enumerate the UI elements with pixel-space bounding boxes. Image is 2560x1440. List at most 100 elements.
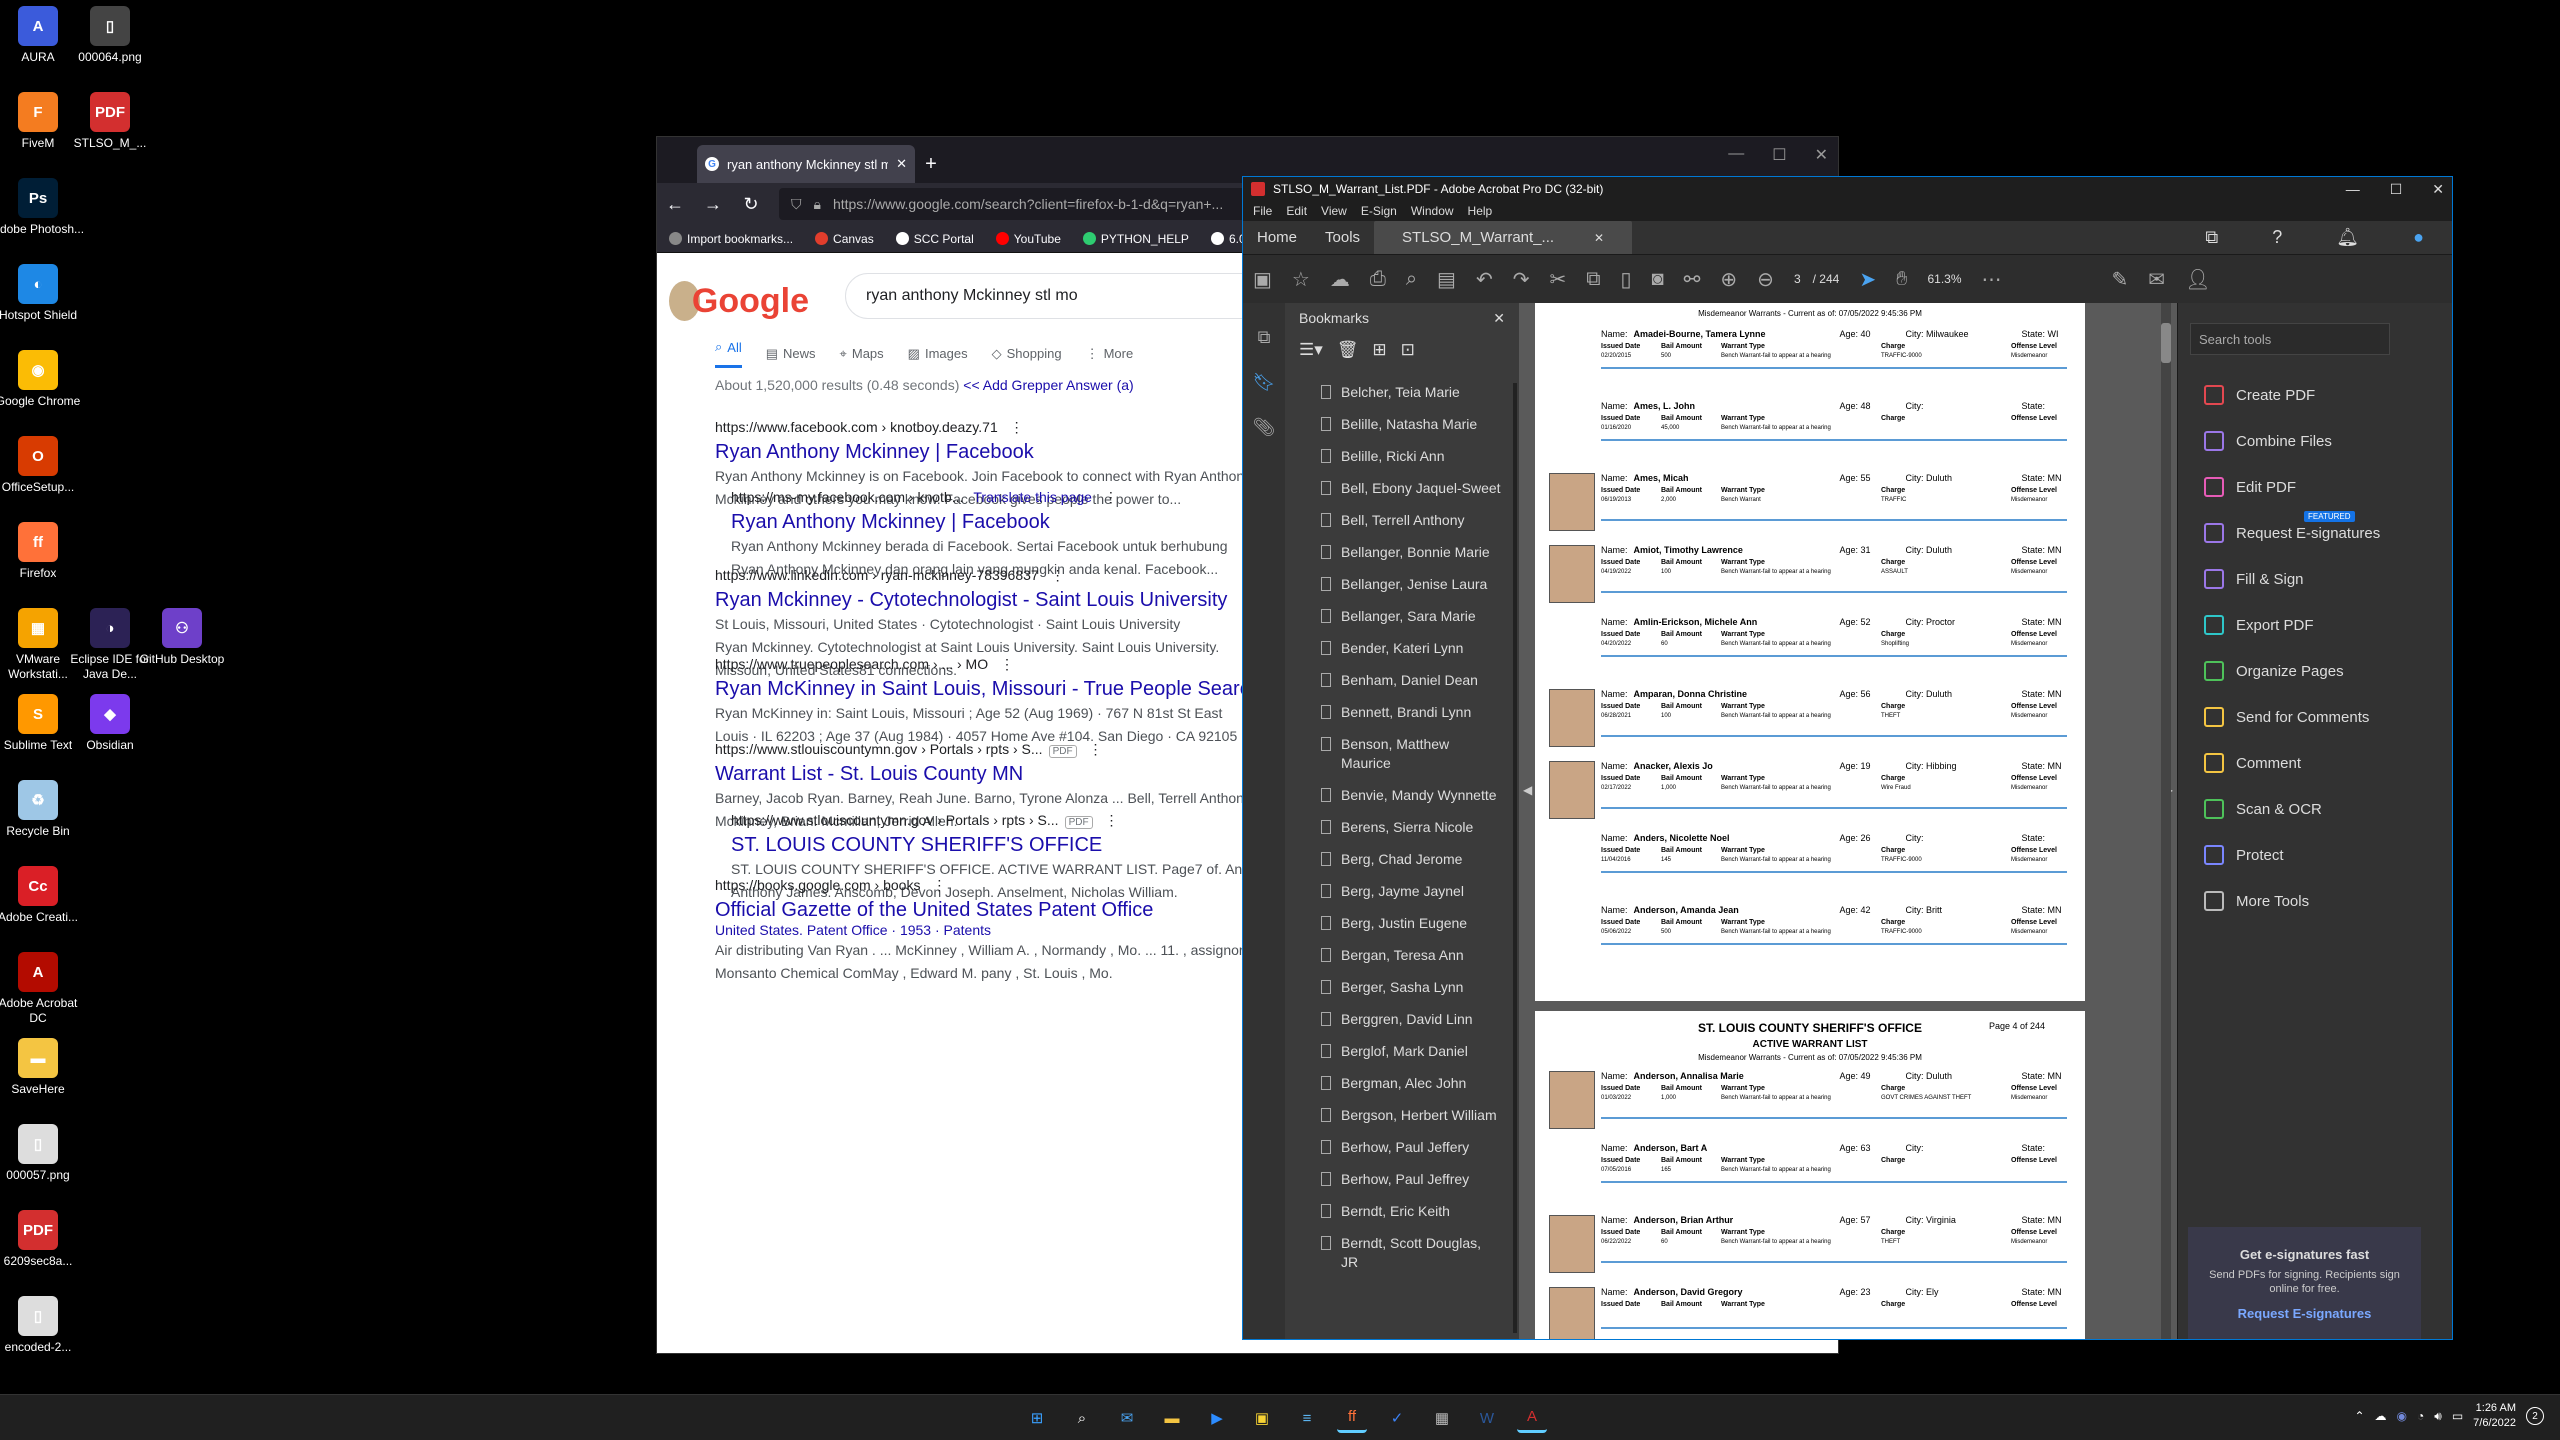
volume-icon[interactable]: 🔊︎ <box>2434 1409 2442 1424</box>
pdf-scrollbar[interactable] <box>2161 303 2171 1339</box>
desktop-icon[interactable]: ff Firefox <box>0 522 86 581</box>
tool-more-tools[interactable]: More Tools <box>2204 891 2309 911</box>
discord-icon[interactable]: ◉ <box>2397 1409 2407 1423</box>
browser-tab[interactable]: G ryan anthony Mckinney stl mo ✕ <box>697 145 915 183</box>
desktop-icon[interactable]: ▯ encoded-2... <box>0 1296 86 1355</box>
forward-icon[interactable]: → <box>703 194 723 215</box>
delete-icon[interactable]: 🗑︎ <box>1337 340 1359 360</box>
more-options-icon[interactable]: ⋮ <box>1047 567 1065 583</box>
more-options-icon[interactable]: ⋮ <box>1100 489 1118 505</box>
result-title-link[interactable]: Ryan Mckinney - Cytotechnologist - Saint… <box>715 589 1265 612</box>
zoom-search-icon[interactable]: ⌕ <box>1406 268 1417 291</box>
bookmark-entry[interactable]: Berglof, Mark Daniel <box>1285 1042 1511 1061</box>
desktop-icon[interactable]: O OfficeSetup... <box>0 436 86 495</box>
result-title-link[interactable]: Official Gazette of the United States Pa… <box>715 899 1265 922</box>
email-icon[interactable]: ✉ <box>2148 267 2165 292</box>
bookmark-entry[interactable]: Benson, Matthew Maurice <box>1285 735 1511 773</box>
pages-icon[interactable]: ⧉ <box>1258 327 1271 348</box>
add-bookmark-icon[interactable]: ⊞ <box>1372 340 1386 360</box>
menu-file[interactable]: File <box>1253 204 1272 218</box>
desktop-icon[interactable]: ♻ Recycle Bin <box>0 780 86 839</box>
maximize-icon[interactable]: ☐ <box>1772 145 1786 165</box>
bookmark-item[interactable]: Canvas <box>815 232 874 246</box>
bookmark-entry[interactable]: Bellanger, Jenise Laura <box>1285 575 1511 594</box>
result-title-link[interactable]: Ryan McKinney in Saint Louis, Missouri -… <box>715 678 1265 701</box>
word-icon[interactable]: W <box>1472 1403 1502 1433</box>
result-url[interactable]: https://www.truepeoplesearch.com › ... ›… <box>715 656 1265 673</box>
star-icon[interactable]: ☆ <box>1292 267 1310 292</box>
bookmark-entry[interactable]: Belcher, Teia Marie <box>1285 383 1511 402</box>
notepad-icon[interactable]: ≡ <box>1292 1403 1322 1433</box>
tool-protect[interactable]: Protect <box>2204 845 2284 865</box>
account-icon[interactable]: ● <box>2399 227 2438 248</box>
bookmark-entry[interactable]: Berhow, Paul Jeffery <box>1285 1138 1511 1157</box>
search-tools-input[interactable]: Search tools <box>2190 323 2390 355</box>
bookmark-item[interactable]: Import bookmarks... <box>669 232 793 246</box>
bookmark-entry[interactable]: Bennett, Brandi Lynn <box>1285 703 1511 722</box>
sticky-notes-icon[interactable]: ▣ <box>1247 1403 1277 1433</box>
tab-document[interactable]: STLSO_M_Warrant_... ✕ <box>1374 221 1633 254</box>
reload-icon[interactable]: ↻ <box>741 194 761 215</box>
result-title-link[interactable]: Ryan Anthony Mckinney | Facebook <box>731 511 1281 534</box>
bookmark-entry[interactable]: Belille, Ricki Ann <box>1285 447 1511 466</box>
more-options-icon[interactable]: ⋮ <box>928 877 946 893</box>
tab-home[interactable]: Home <box>1243 221 1311 254</box>
bookmark-entry[interactable]: Berggren, David Linn <box>1285 1010 1511 1029</box>
bookmark-entry[interactable]: Berhow, Paul Jeffrey <box>1285 1170 1511 1189</box>
more-options-icon[interactable]: ⋮ <box>1085 741 1102 757</box>
bookmark-entry[interactable]: Berg, Chad Jerome <box>1285 850 1511 869</box>
close-icon[interactable]: ✕ <box>2432 181 2444 198</box>
tab-shopping[interactable]: ◇ Shopping <box>992 339 1062 368</box>
desktop-icon[interactable]: ⚇ GitHub Desktop <box>134 608 230 667</box>
save-icon[interactable]: ▣ <box>1253 267 1272 292</box>
desktop-icon[interactable]: ◐ Hotspot Shield <box>0 264 86 323</box>
translate-link[interactable]: Translate this page <box>973 489 1092 505</box>
bookmark-entry[interactable]: Berg, Jayme Jaynel <box>1285 882 1511 901</box>
mail-icon[interactable]: ✉ <box>1112 1403 1142 1433</box>
bookmark-entry[interactable]: Berger, Sasha Lynn <box>1285 978 1511 997</box>
more-icon[interactable]: ⋯ <box>1982 267 2002 292</box>
tool-export-pdf[interactable]: Export PDF <box>2204 615 2314 635</box>
tool-create-pdf[interactable]: Create PDF <box>2204 385 2315 405</box>
bookmark-entry[interactable]: Berndt, Scott Douglas, JR <box>1285 1234 1511 1272</box>
file-explorer-icon[interactable]: ▬ <box>1157 1403 1187 1433</box>
result-url[interactable]: https://www.stlouiscountymn.gov › Portal… <box>731 812 1281 829</box>
redo-icon[interactable]: ↷ <box>1513 267 1530 292</box>
result-url[interactable]: https://www.facebook.com › knotboy.deazy… <box>715 419 1265 436</box>
bookmark-item[interactable]: PYTHON_HELP <box>1082 232 1189 246</box>
grepper-link[interactable]: << Add Grepper Answer (a) <box>963 377 1133 393</box>
more-options-icon[interactable]: ⋮ <box>996 656 1014 672</box>
select-cursor-icon[interactable]: ➤ <box>1859 267 1876 292</box>
bell-icon[interactable]: 🔔︎ <box>2322 227 2373 248</box>
page-down-icon[interactable]: ⊖ <box>1757 267 1774 292</box>
binoculars-icon[interactable]: ⚯ <box>1684 267 1701 292</box>
bookmark-entry[interactable]: Bergson, Herbert William <box>1285 1106 1511 1125</box>
bookmark-item[interactable]: YouTube <box>995 232 1061 246</box>
clock[interactable]: 1:26 AM 7/6/2022 <box>2473 1401 2516 1431</box>
print-icon[interactable]: ⎙ <box>1370 268 1386 291</box>
desktop-icon[interactable]: ▯ 000057.png <box>0 1124 86 1183</box>
menu-view[interactable]: View <box>1321 204 1347 218</box>
result-title-link[interactable]: Ryan Anthony Mckinney | Facebook <box>715 441 1265 464</box>
zoom-level[interactable]: 61.3% <box>1928 272 1962 286</box>
result-url[interactable]: https://books.google.com › books ⋮ <box>715 877 1265 894</box>
menu-window[interactable]: Window <box>1411 204 1454 218</box>
bookmark-entry[interactable]: Berens, Sierra Nicole <box>1285 818 1511 837</box>
acrobat-icon[interactable]: A <box>1517 1403 1547 1433</box>
tool-request-e-signatures[interactable]: Request E-signatures FEATURED <box>2204 511 2380 543</box>
desktop-icon[interactable]: PDF 6209sec8a... <box>0 1210 86 1269</box>
tab-maps[interactable]: ⌖ Maps <box>840 339 884 368</box>
tab-tools[interactable]: Tools <box>1311 221 1374 254</box>
battery-icon[interactable]: ▭ <box>2452 1409 2463 1423</box>
page-up-icon[interactable]: ⊕ <box>1720 267 1737 292</box>
desktop-icon[interactable]: ▯ 000064.png <box>62 6 158 65</box>
tool-fill-sign[interactable]: Fill & Sign <box>2204 569 2304 589</box>
minimize-icon[interactable]: — <box>1728 145 1744 165</box>
minimize-icon[interactable]: — <box>2346 181 2360 198</box>
desktop-icon[interactable]: ◆ Obsidian <box>62 694 158 753</box>
menu-e-sign[interactable]: E-Sign <box>1361 204 1397 218</box>
tab-more[interactable]: ⋮ More <box>1086 339 1134 368</box>
tool-scan-ocr[interactable]: Scan & OCR <box>2204 799 2322 819</box>
tab-images[interactable]: ▨ Images <box>908 339 968 368</box>
tool-comment[interactable]: Comment <box>2204 753 2301 773</box>
